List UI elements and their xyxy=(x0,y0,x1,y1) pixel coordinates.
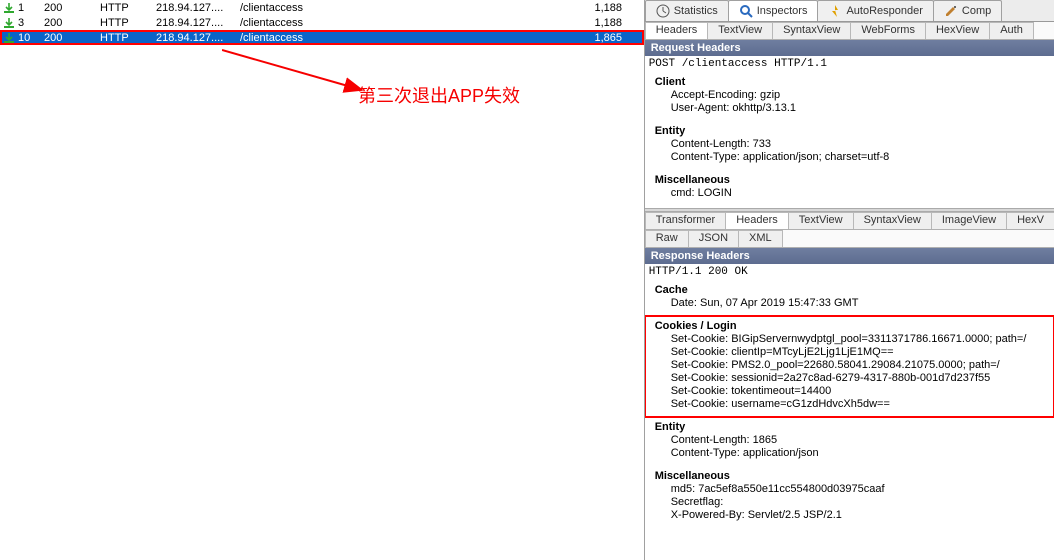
group-title: Cache xyxy=(649,282,1050,297)
cell: HTTP xyxy=(100,17,156,29)
cell: HTTP xyxy=(100,2,156,14)
header-group: CacheDate: Sun, 07 Apr 2019 15:47:33 GMT xyxy=(645,280,1054,316)
header-group: ClientAccept-Encoding: gzipUser-Agent: o… xyxy=(645,72,1054,121)
cell: 1 xyxy=(16,2,44,14)
cell: 1,188 xyxy=(570,17,628,29)
header-line[interactable]: Set-Cookie: username=cG1zdHdvcXh5dw== xyxy=(649,398,1050,411)
tab-autoresponder-label: AutoResponder xyxy=(846,5,922,17)
tab-statistics-label: Statistics xyxy=(674,5,718,17)
header-line[interactable]: Accept-Encoding: gzip xyxy=(649,89,1050,102)
header-line[interactable]: Content-Type: application/json xyxy=(649,447,1050,460)
header-line[interactable]: Content-Length: 733 xyxy=(649,138,1050,151)
request-subtabs: HeadersTextViewSyntaxViewWebFormsHexView… xyxy=(645,22,1054,40)
header-line[interactable]: Set-Cookie: PMS2.0_pool=22680.58041.2908… xyxy=(649,359,1050,372)
subtab-xml[interactable]: XML xyxy=(738,230,783,247)
table-row[interactable]: 10200HTTP218.94.127..../clientaccess1,86… xyxy=(0,30,644,45)
download-icon xyxy=(2,33,16,43)
session-list[interactable]: 1200HTTP218.94.127..../clientaccess1,188… xyxy=(0,0,644,45)
top-tabs: Statistics Inspectors AutoResponder Comp xyxy=(645,0,1054,22)
subtab-hexview[interactable]: HexView xyxy=(925,22,990,39)
group-title: Miscellaneous xyxy=(649,468,1050,483)
response-headers-panel[interactable]: HTTP/1.1 200 OK CacheDate: Sun, 07 Apr 2… xyxy=(645,264,1054,560)
tab-statistics[interactable]: Statistics xyxy=(645,0,729,21)
header-line[interactable]: Content-Type: application/json; charset=… xyxy=(649,151,1050,164)
cell: 200 xyxy=(44,2,100,14)
subtab-transformer[interactable]: Transformer xyxy=(645,212,727,229)
group-title: Client xyxy=(649,74,1050,89)
download-icon xyxy=(2,18,16,28)
response-headers-bar: Response Headers xyxy=(645,248,1054,264)
bolt-icon xyxy=(828,4,842,18)
subtab-textview[interactable]: TextView xyxy=(788,212,854,229)
response-raw-line: HTTP/1.1 200 OK xyxy=(645,264,1054,280)
subtab-webforms[interactable]: WebForms xyxy=(850,22,926,39)
cell: 218.94.127.... xyxy=(156,32,240,44)
subtab-auth[interactable]: Auth xyxy=(989,22,1034,39)
header-line[interactable]: Content-Length: 1865 xyxy=(649,434,1050,447)
subtab-headers[interactable]: Headers xyxy=(645,22,709,39)
magnifier-icon xyxy=(739,4,753,18)
cell: 200 xyxy=(44,32,100,44)
header-line[interactable]: Set-Cookie: BIGipServernwydptgl_pool=331… xyxy=(649,333,1050,346)
header-group: EntityContent-Length: 1865Content-Type: … xyxy=(645,417,1054,466)
header-line[interactable]: User-Agent: okhttp/3.13.1 xyxy=(649,102,1050,115)
tab-inspectors[interactable]: Inspectors xyxy=(728,0,819,21)
header-group: EntityContent-Length: 733Content-Type: a… xyxy=(645,121,1054,170)
header-line[interactable]: cmd: LOGIN xyxy=(649,187,1050,200)
sessions-pane: 1200HTTP218.94.127..../clientaccess1,188… xyxy=(0,0,645,560)
cell: 1,865 xyxy=(570,32,628,44)
subtab-hexv[interactable]: HexV xyxy=(1006,212,1054,229)
subtab-textview[interactable]: TextView xyxy=(707,22,773,39)
subtab-raw[interactable]: Raw xyxy=(645,230,689,247)
annotation-text: 第三次退出APP失效 xyxy=(358,82,520,108)
header-line[interactable]: X-Powered-By: Servlet/2.5 JSP/2.1 xyxy=(649,509,1050,522)
download-icon xyxy=(2,3,16,13)
group-title: Entity xyxy=(649,419,1050,434)
header-line[interactable]: Set-Cookie: tokentimeout=14400 xyxy=(649,385,1050,398)
cell: /clientaccess xyxy=(240,2,570,14)
cell: 3 xyxy=(16,17,44,29)
group-title: Miscellaneous xyxy=(649,172,1050,187)
header-group: Miscellaneouscmd: LOGIN xyxy=(645,170,1054,206)
cell: 10 xyxy=(16,32,44,44)
group-title: Cookies / Login xyxy=(649,318,1050,333)
response-subtabs-row2: RawJSONXML xyxy=(645,230,1054,248)
header-line[interactable]: Date: Sun, 07 Apr 2019 15:47:33 GMT xyxy=(649,297,1050,310)
header-line[interactable]: md5: 7ac5ef8a550e11cc554800d03975caaf xyxy=(649,483,1050,496)
pencil-icon xyxy=(944,4,958,18)
cell: HTTP xyxy=(100,32,156,44)
request-headers-panel[interactable]: POST /clientaccess HTTP/1.1 ClientAccept… xyxy=(645,56,1054,208)
header-line[interactable]: Set-Cookie: sessionid=2a27c8ad-6279-4317… xyxy=(649,372,1050,385)
cell: 218.94.127.... xyxy=(156,2,240,14)
clock-icon xyxy=(656,4,670,18)
tab-composer-label: Comp xyxy=(962,5,991,17)
header-group: Miscellaneousmd5: 7ac5ef8a550e11cc554800… xyxy=(645,466,1054,528)
table-row[interactable]: 1200HTTP218.94.127..../clientaccess1,188 xyxy=(0,0,644,15)
cell: 200 xyxy=(44,17,100,29)
cell: /clientaccess xyxy=(240,17,570,29)
response-subtabs-row1: TransformerHeadersTextViewSyntaxViewImag… xyxy=(645,212,1054,230)
header-line[interactable]: Secretflag: xyxy=(649,496,1050,509)
subtab-json[interactable]: JSON xyxy=(688,230,739,247)
right-pane: Statistics Inspectors AutoResponder Comp xyxy=(645,0,1054,560)
tab-autoresponder[interactable]: AutoResponder xyxy=(817,0,933,21)
subtab-imageview[interactable]: ImageView xyxy=(931,212,1007,229)
header-line[interactable]: Set-Cookie: clientIp=MTcyLjE2Ljg1LjE1MQ=… xyxy=(649,346,1050,359)
tab-inspectors-label: Inspectors xyxy=(757,5,808,17)
cell: /clientaccess xyxy=(240,32,570,44)
subtab-headers[interactable]: Headers xyxy=(725,212,789,229)
tab-composer[interactable]: Comp xyxy=(933,0,1002,21)
cell: 218.94.127.... xyxy=(156,17,240,29)
subtab-syntaxview[interactable]: SyntaxView xyxy=(772,22,851,39)
group-title: Entity xyxy=(649,123,1050,138)
request-raw-line: POST /clientaccess HTTP/1.1 xyxy=(645,56,1054,72)
cell: 1,188 xyxy=(570,2,628,14)
request-headers-bar: Request Headers xyxy=(645,40,1054,56)
table-row[interactable]: 3200HTTP218.94.127..../clientaccess1,188 xyxy=(0,15,644,30)
header-group: Cookies / LoginSet-Cookie: BIGipServernw… xyxy=(645,316,1054,417)
subtab-syntaxview[interactable]: SyntaxView xyxy=(853,212,932,229)
